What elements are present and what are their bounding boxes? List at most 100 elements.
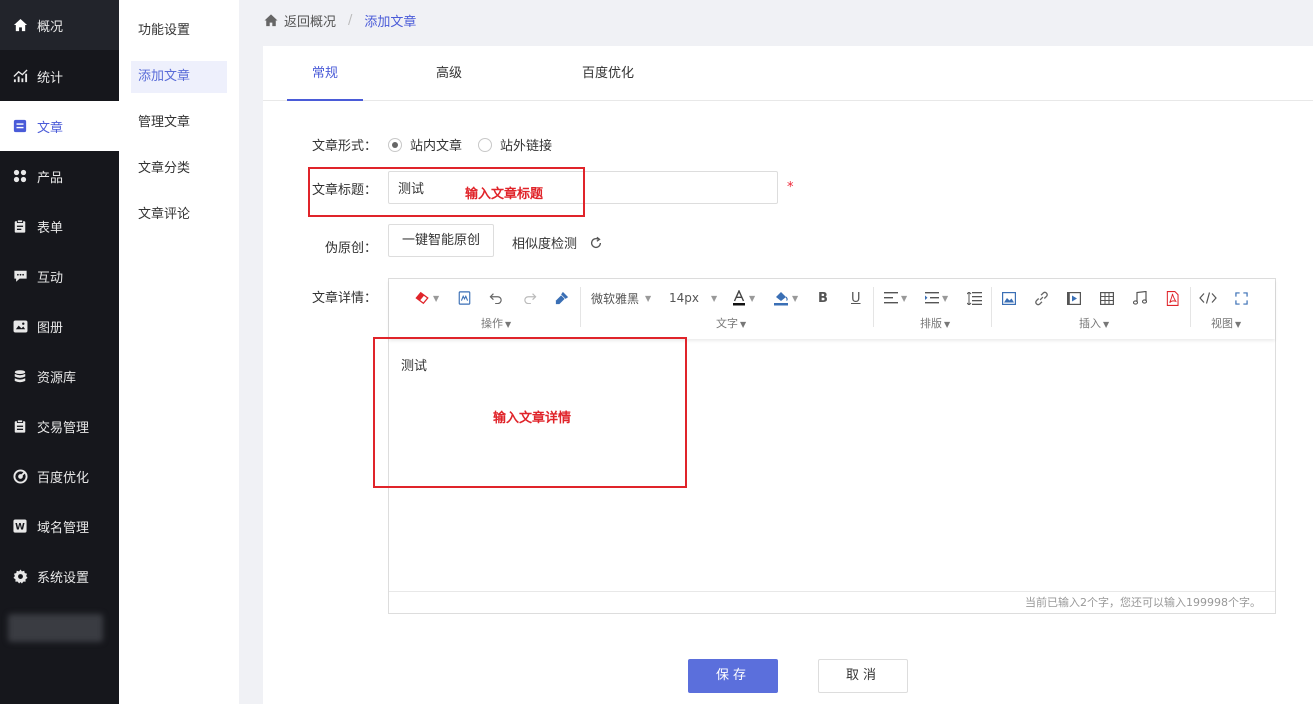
table-icon[interactable] bbox=[1100, 289, 1114, 307]
article-type-label: 文章形式： bbox=[311, 139, 377, 154]
radio-unchecked-icon bbox=[478, 137, 492, 152]
undo-icon[interactable] bbox=[489, 289, 503, 307]
grid-icon bbox=[12, 168, 28, 184]
sidebar-item-resources[interactable]: 资源库 bbox=[0, 351, 119, 401]
editor-word-count: 当前已输入2个字，您还可以输入199998个字。 bbox=[389, 591, 1275, 613]
redo-icon[interactable] bbox=[523, 289, 537, 307]
chart-icon bbox=[12, 68, 28, 84]
toolbar-group-label: 文字 bbox=[716, 317, 738, 330]
main-panel: 常规 高级 百度优化 文章形式： 站内文章 站外链接 文章标题： * 伪原创： … bbox=[263, 46, 1313, 704]
subnav-item-add-article[interactable]: 添加文章 bbox=[131, 61, 227, 93]
video-icon[interactable] bbox=[1067, 289, 1081, 307]
radio-external-link[interactable]: 站外链接 bbox=[478, 135, 552, 154]
save-button[interactable]: 保存 bbox=[688, 659, 778, 693]
sidebar-item-interaction[interactable]: 互动 bbox=[0, 251, 119, 301]
sidebar-item-domain[interactable]: W 域名管理 bbox=[0, 501, 119, 551]
trade-icon bbox=[12, 418, 28, 434]
sidebar-item-forms[interactable]: 表单 bbox=[0, 201, 119, 251]
user-avatar-blurred[interactable] bbox=[8, 614, 103, 642]
sidebar-item-label: 域名管理 bbox=[37, 520, 90, 536]
radio-label: 站内文章 bbox=[410, 139, 463, 154]
breadcrumb: 返回概况 / 添加文章 bbox=[264, 0, 416, 40]
bold-icon[interactable]: B bbox=[818, 289, 828, 307]
similarity-check-link[interactable]: 相似度检测 bbox=[512, 233, 603, 252]
sidebar-item-label: 资源库 bbox=[37, 370, 77, 386]
pdf-icon[interactable] bbox=[1166, 289, 1179, 307]
toolbar-group-insert[interactable]: 插入 ▼ bbox=[1079, 315, 1109, 331]
smart-rewrite-button[interactable]: 一键智能原创 bbox=[388, 224, 494, 257]
sidebar-item-stats[interactable]: 统计 bbox=[0, 51, 119, 101]
toolbar-separator bbox=[991, 287, 992, 327]
subnav-item-settings[interactable]: 功能设置 bbox=[131, 15, 227, 47]
indent-icon[interactable]: ▼ bbox=[925, 289, 948, 307]
underline-icon[interactable]: U bbox=[851, 289, 861, 307]
article-detail-label: 文章详情： bbox=[311, 291, 377, 306]
subnav-item-manage-articles[interactable]: 管理文章 bbox=[131, 107, 227, 139]
sidebar-item-label: 互动 bbox=[37, 270, 64, 286]
article-icon bbox=[12, 118, 28, 134]
line-height-icon[interactable] bbox=[967, 289, 982, 307]
toolbar-group-layout[interactable]: 排版 ▼ bbox=[920, 315, 950, 331]
fullscreen-icon[interactable] bbox=[1235, 289, 1248, 307]
sidebar-item-settings[interactable]: 系统设置 bbox=[0, 551, 119, 601]
sub-sidebar: 功能设置 添加文章 管理文章 文章分类 文章评论 bbox=[119, 0, 239, 704]
sidebar-item-label: 百度优化 bbox=[37, 470, 90, 486]
format-painter-icon[interactable] bbox=[555, 289, 569, 307]
font-size-select[interactable]: 14px ▼ bbox=[669, 289, 717, 307]
sidebar-item-label: 表单 bbox=[37, 220, 64, 236]
subnav-item-comments[interactable]: 文章评论 bbox=[131, 199, 227, 231]
home-icon bbox=[264, 13, 278, 27]
font-family-select[interactable]: 微软雅黑 ▼ bbox=[591, 289, 651, 307]
highlight-color-icon[interactable]: ▼ bbox=[773, 289, 798, 307]
toolbar-group-label: 视图 bbox=[1211, 317, 1233, 330]
toolbar-separator bbox=[873, 287, 874, 327]
sidebar-item-label: 统计 bbox=[37, 70, 64, 86]
sidebar-item-album[interactable]: 图册 bbox=[0, 301, 119, 351]
radio-label: 站外链接 bbox=[500, 139, 553, 154]
music-icon[interactable] bbox=[1133, 289, 1147, 307]
sidebar-item-article[interactable]: 文章 bbox=[0, 101, 119, 151]
tab-baidu-seo[interactable]: 百度优化 bbox=[563, 46, 653, 101]
breadcrumb-back-link[interactable]: 返回概况 bbox=[284, 11, 336, 30]
source-code-icon[interactable] bbox=[1199, 289, 1217, 307]
sidebar-item-overview[interactable]: 概况 bbox=[0, 0, 119, 50]
sidebar-item-products[interactable]: 产品 bbox=[0, 151, 119, 201]
domain-icon: W bbox=[12, 518, 28, 534]
toolbar-group-label: 操作 bbox=[481, 317, 503, 330]
database-icon bbox=[12, 368, 28, 384]
template-icon[interactable] bbox=[458, 289, 471, 307]
tab-general[interactable]: 常规 bbox=[287, 46, 363, 101]
sidebar-item-label: 文章 bbox=[37, 120, 64, 136]
sidebar-item-seo[interactable]: 百度优化 bbox=[0, 451, 119, 501]
font-size-value: 14px bbox=[669, 291, 699, 305]
toolbar-group-view[interactable]: 视图 ▼ bbox=[1211, 315, 1241, 331]
sidebar-item-trade[interactable]: 交易管理 bbox=[0, 401, 119, 451]
clipboard-icon bbox=[12, 218, 28, 234]
sidebar-item-label: 交易管理 bbox=[37, 420, 90, 436]
tab-bar: 常规 高级 百度优化 bbox=[263, 46, 1313, 101]
radio-checked-icon bbox=[388, 137, 402, 152]
breadcrumb-current: 添加文章 bbox=[364, 14, 417, 30]
eraser-icon[interactable]: ▼ bbox=[415, 289, 439, 307]
link-icon[interactable] bbox=[1034, 289, 1049, 307]
image-icon[interactable] bbox=[1002, 289, 1016, 307]
toolbar-group-text[interactable]: 文字 ▼ bbox=[716, 315, 746, 331]
refresh-icon bbox=[589, 236, 603, 250]
tab-advanced[interactable]: 高级 bbox=[411, 46, 487, 101]
home-icon bbox=[12, 17, 28, 33]
annotation-box-title bbox=[308, 167, 585, 217]
seo-icon bbox=[12, 468, 28, 484]
toolbar-separator bbox=[580, 287, 581, 327]
svg-text:W: W bbox=[15, 523, 25, 533]
sidebar-item-label: 图册 bbox=[37, 320, 64, 336]
font-color-icon[interactable]: ▼ bbox=[732, 289, 755, 307]
breadcrumb-separator: / bbox=[348, 12, 353, 28]
align-icon[interactable]: ▼ bbox=[884, 289, 907, 307]
cancel-button[interactable]: 取消 bbox=[818, 659, 908, 693]
gear-icon bbox=[12, 568, 28, 584]
toolbar-group-operations[interactable]: 操作 ▼ bbox=[481, 315, 511, 331]
toolbar-separator bbox=[1190, 287, 1191, 327]
album-icon bbox=[12, 318, 28, 334]
subnav-item-categories[interactable]: 文章分类 bbox=[131, 153, 227, 185]
radio-internal-article[interactable]: 站内文章 bbox=[388, 135, 462, 154]
